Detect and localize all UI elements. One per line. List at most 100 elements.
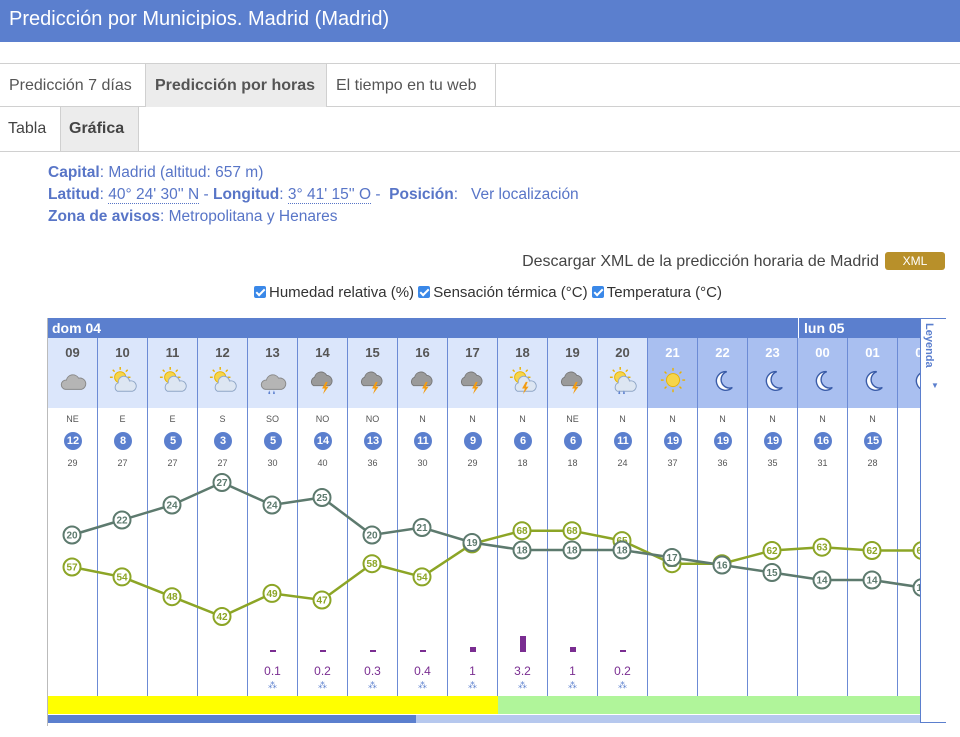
hourly-chart: dom 04 lun 05 09 NE 12 29 10 E 8 27 11 E 5 27 12 S 3 27… [47,318,946,726]
temperature-point: 20 [62,525,82,545]
download-row: Descargar XML de la predicción horaria d… [522,252,945,271]
svg-text:48: 48 [166,592,178,603]
svg-text:19: 19 [466,538,478,549]
svg-text:42: 42 [216,612,228,623]
tab-prediccion-horas[interactable]: Predicción por horas [146,64,327,107]
pos-label: Posición [389,186,454,203]
svg-text:58: 58 [366,559,378,570]
capital-value: Madrid (altitud: 657 m) [108,164,264,181]
temperature-point: 16 [712,555,732,575]
temperature-point: 21 [412,518,432,537]
svg-text:68: 68 [516,526,528,537]
svg-text:14: 14 [816,576,828,587]
temperature-point: 24 [262,495,282,515]
humidity-point: 58 [362,554,382,574]
feels-checkbox[interactable] [418,286,431,298]
lon-label: Longitud [212,186,280,203]
temperature-point: 27 [212,473,232,492]
capital-label: Capital [48,164,100,181]
humidity-point: 48 [162,587,182,607]
temperature-point: 15 [762,563,782,582]
zona-line: Zona de avisos: Metropolitana y Henares [48,208,338,225]
humidity-point: 62 [762,541,782,560]
subtab-grafica[interactable]: Gráfica [61,107,139,151]
svg-text:62: 62 [866,546,878,557]
temperature-point: 18 [612,540,632,560]
temperature-point: 20 [362,525,382,545]
legend-label: Leyenda [923,323,935,368]
svg-text:22: 22 [116,516,128,527]
temp-label: Temperatura (°C) [606,284,722,301]
svg-text:20: 20 [66,531,78,542]
humidity-point: 42 [212,607,232,626]
svg-text:24: 24 [166,501,178,512]
temperature-point: 17 [662,548,682,567]
temperature-point: 14 [812,570,832,590]
tab-7-dias[interactable]: Predicción 7 días [0,64,146,107]
chart-scroll-thumb[interactable] [48,715,416,723]
capital-line: Capital: Madrid (altitud: 657 m) [48,164,264,181]
svg-text:47: 47 [316,596,328,607]
humidity-checkbox[interactable] [254,286,266,298]
humidity-point: 62 [862,541,882,560]
lat-value: 40° 24' 30'' N [108,186,200,204]
humidity-point: 54 [112,567,132,587]
svg-text:54: 54 [116,572,128,583]
xml-button[interactable]: XML [885,252,945,270]
feels-label: Sensación térmica (°C) [433,284,588,301]
svg-text:18: 18 [516,546,528,557]
temperature-point: 24 [162,495,182,515]
main-tabs: Predicción 7 días Predicción por horas E… [0,63,960,107]
tab-tiempo-web[interactable]: El tiempo en tu web [327,64,496,107]
location-info: Capital: Madrid (altitud: 657 m) Latitud… [48,162,579,228]
svg-text:20: 20 [366,531,378,542]
temperature-point: 18 [562,540,582,560]
svg-text:63: 63 [816,543,828,554]
humidity-point: 49 [262,583,282,603]
svg-text:57: 57 [66,563,78,574]
page-title: Predicción por Municipios. Madrid (Madri… [9,8,390,30]
humidity-point: 57 [62,557,82,577]
temperature-point: 14 [862,570,882,590]
temperature-point: 18 [512,540,532,560]
download-text: Descargar XML de la predicción horaria d… [522,253,879,270]
temp-checkbox[interactable] [591,286,604,298]
humidity-point: 47 [312,590,332,610]
svg-text:49: 49 [266,589,278,600]
svg-text:17: 17 [666,553,678,564]
humidity-point: 54 [412,567,432,587]
zona-value: Metropolitana y Henares [168,208,338,225]
legend-arrow-icon: ▼ [931,381,939,390]
title-bar: Predicción por Municipios. Madrid (Madri… [0,0,960,42]
humidity-label: Humedad relativa (%) [269,284,415,301]
svg-text:68: 68 [566,526,578,537]
svg-text:54: 54 [416,572,428,583]
sub-tabs: Tabla Gráfica [0,107,960,152]
humidity-line [71,529,920,618]
svg-text:14: 14 [866,576,878,587]
zona-label: Zona de avisos [48,208,160,225]
svg-text:16: 16 [716,561,728,572]
ver-localizacion-link[interactable]: Ver localización [471,186,579,203]
svg-text:15: 15 [766,568,778,579]
svg-text:18: 18 [566,546,578,557]
svg-text:27: 27 [216,478,228,489]
svg-text:24: 24 [266,501,278,512]
svg-text:18: 18 [616,546,628,557]
series-toggles: Humedad relativa (%) Sensación térmica (… [254,284,722,301]
temperature-line [71,481,920,589]
temperature-point: 22 [112,510,132,530]
humidity-point: 68 [512,521,532,541]
temperature-point: 19 [462,533,482,552]
legend-tab[interactable]: Leyenda ▼ [920,318,946,723]
humidity-point: 68 [562,521,582,541]
coords-line: Latitud: 40° 24' 30'' N - Longitud: 3° 4… [48,186,579,204]
lon-value: 3° 41' 15'' O [287,186,372,204]
svg-text:21: 21 [416,523,428,534]
temperature-point: 25 [312,488,332,507]
chart-lines: 5754484249475854646868655858626362622022… [62,473,920,626]
subtab-tabla[interactable]: Tabla [0,107,61,151]
svg-text:62: 62 [766,546,778,557]
chart-scrollbar[interactable] [48,715,920,723]
humidity-point: 63 [812,537,832,557]
